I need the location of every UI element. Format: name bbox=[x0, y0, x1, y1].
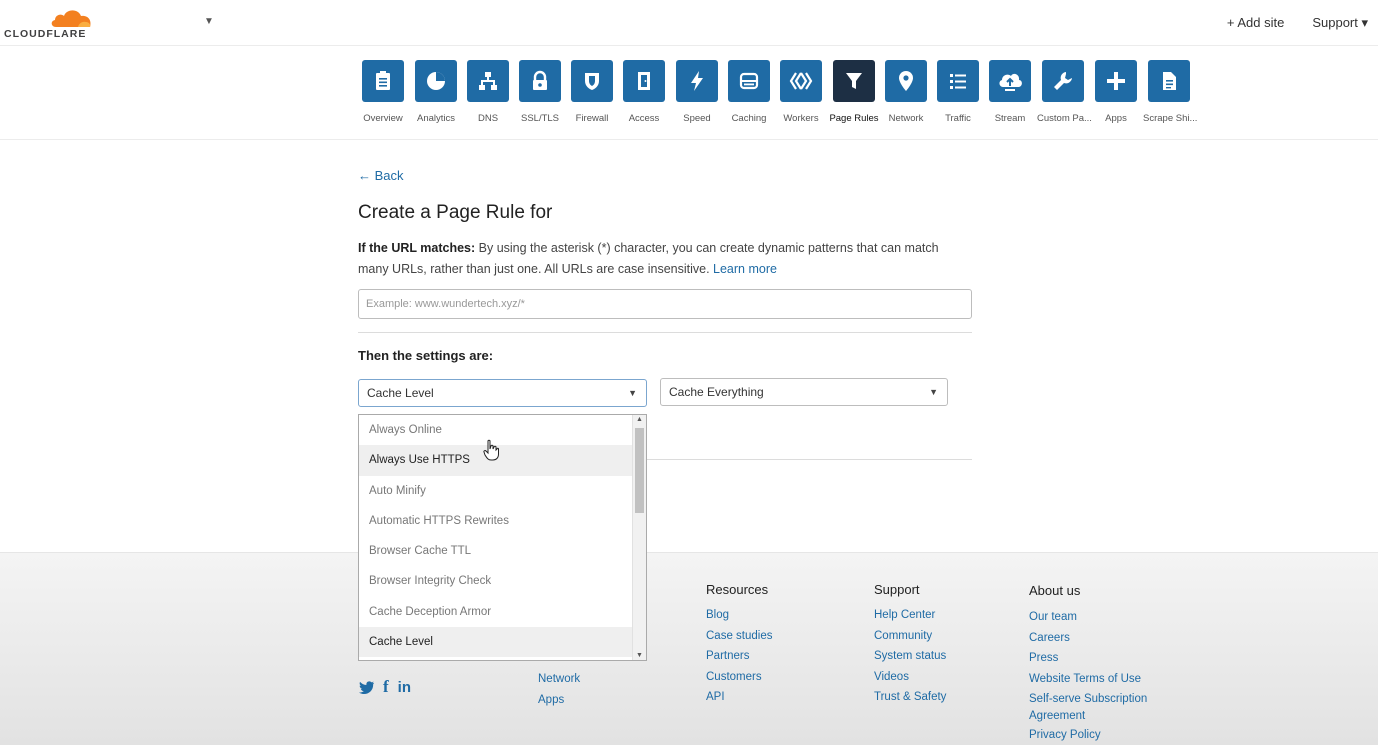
server-icon bbox=[739, 72, 759, 90]
footer-link[interactable]: Trust & Safety bbox=[874, 687, 946, 708]
dropdown-option[interactable]: Automatic HTTPS Rewrites bbox=[359, 506, 633, 536]
logo-wordmark: CLOUDFLARE bbox=[4, 28, 87, 40]
footer-heading: Support bbox=[874, 582, 920, 597]
dropdown-scrollbar[interactable]: ▲ ▼ bbox=[632, 415, 646, 660]
cloudflare-logo[interactable]: CLOUDFLARE bbox=[4, 6, 96, 40]
nav-custom-pages[interactable]: Custom Pa... bbox=[1037, 60, 1092, 124]
add-site-button[interactable]: + Add site bbox=[1227, 15, 1284, 31]
url-pattern-input[interactable] bbox=[358, 289, 972, 319]
linkedin-icon[interactable]: in bbox=[398, 679, 411, 696]
nav-traffic[interactable]: Traffic bbox=[932, 60, 984, 124]
footer-link[interactable]: Network bbox=[538, 669, 580, 690]
settings-label: Then the settings are: bbox=[358, 348, 494, 363]
footer-link[interactable]: Careers bbox=[1029, 628, 1147, 649]
dropdown-option[interactable]: Auto Minify bbox=[359, 476, 633, 506]
footer-link[interactable]: Privacy Policy bbox=[1029, 725, 1147, 745]
account-chevron-down-icon[interactable]: ▼ bbox=[204, 16, 214, 27]
footer-link[interactable]: Blog bbox=[706, 605, 772, 626]
nav-overview[interactable]: Overview bbox=[357, 60, 409, 124]
lightning-icon bbox=[691, 71, 703, 91]
hand-cursor-icon bbox=[483, 439, 499, 461]
footer-link[interactable]: Community bbox=[874, 626, 946, 647]
back-link[interactable]: ← Back bbox=[358, 168, 404, 183]
dropdown-option[interactable]: Cache Deception Armor bbox=[359, 597, 633, 627]
url-matches-label: If the URL matches: bbox=[358, 241, 476, 255]
nav-apps[interactable]: Apps bbox=[1090, 60, 1142, 124]
footer-heading: Resources bbox=[706, 582, 769, 597]
pie-chart-icon bbox=[427, 72, 445, 90]
setting-select-value: Cache Level bbox=[367, 386, 434, 400]
footer-link[interactable]: Self-serve Subscription bbox=[1029, 691, 1147, 708]
nav-stream[interactable]: Stream bbox=[984, 60, 1036, 124]
nav-page-rules[interactable]: Page Rules bbox=[828, 60, 880, 124]
workers-icon bbox=[789, 72, 813, 90]
nav-access[interactable]: Access bbox=[618, 60, 670, 124]
footer-link[interactable]: Website Terms of Use bbox=[1029, 669, 1147, 690]
dropdown-option[interactable]: Browser Cache TTL bbox=[359, 536, 633, 566]
door-icon bbox=[638, 72, 650, 90]
footer-link[interactable]: Customers bbox=[706, 667, 772, 688]
dropdown-option[interactable]: Browser Integrity Check bbox=[359, 566, 633, 596]
social-links: f in bbox=[359, 677, 411, 697]
footer-link[interactable]: Case studies bbox=[706, 626, 772, 647]
nav-scrape-shield[interactable]: Scrape Shi... bbox=[1143, 60, 1197, 124]
nav-ssl-tls[interactable]: SSL/TLS bbox=[514, 60, 566, 124]
cloud-logo-icon bbox=[51, 10, 91, 28]
scroll-up-icon[interactable]: ▲ bbox=[636, 416, 643, 423]
learn-more-link[interactable]: Learn more bbox=[713, 262, 777, 276]
footer-about-column: About us Our team Careers Press Website … bbox=[1029, 582, 1147, 745]
footer bbox=[0, 552, 1378, 745]
nav-workers[interactable]: Workers bbox=[775, 60, 827, 124]
nav-caching[interactable]: Caching bbox=[723, 60, 775, 124]
shield-icon bbox=[585, 73, 599, 90]
footer-link[interactable]: Apps bbox=[538, 690, 580, 711]
url-description: If the URL matches: By using the asteris… bbox=[358, 238, 968, 279]
footer-heading: About us bbox=[1029, 583, 1081, 598]
cloud-upload-icon bbox=[999, 73, 1022, 91]
support-menu[interactable]: Support ▾ bbox=[1312, 15, 1368, 31]
nav-speed[interactable]: Speed bbox=[671, 60, 723, 124]
footer-link[interactable]: Help Center bbox=[874, 605, 946, 626]
footer-resources-column: Resources Blog Case studies Partners Cus… bbox=[706, 582, 772, 708]
footer-link[interactable]: Videos bbox=[874, 667, 946, 688]
list-icon bbox=[950, 74, 966, 89]
scrollbar-thumb[interactable] bbox=[635, 428, 644, 513]
clipboard-icon bbox=[376, 71, 390, 90]
plus-icon bbox=[1107, 72, 1125, 90]
facebook-icon[interactable]: f bbox=[383, 677, 389, 697]
document-icon bbox=[1163, 72, 1176, 90]
footer-link[interactable]: API bbox=[706, 687, 772, 708]
divider bbox=[646, 459, 972, 460]
setting-dropdown-list[interactable]: Always Online Always Use HTTPS Auto Mini… bbox=[358, 414, 647, 661]
app-nav-bar: Overview Analytics DNS SSL/TLS Firewall … bbox=[0, 46, 1378, 140]
setting-select[interactable]: Cache Level ▼ bbox=[358, 379, 647, 407]
scroll-down-icon[interactable]: ▼ bbox=[636, 652, 643, 659]
chevron-down-icon: ▼ bbox=[929, 387, 938, 397]
footer-link[interactable]: Agreement bbox=[1029, 708, 1147, 725]
network-icon bbox=[479, 72, 497, 90]
top-header: CLOUDFLARE ▼ + Add site Support ▾ bbox=[0, 0, 1378, 46]
filter-icon bbox=[846, 73, 862, 89]
nav-firewall[interactable]: Firewall bbox=[566, 60, 618, 124]
footer-link[interactable]: System status bbox=[874, 646, 946, 667]
footer-support-column: Support Help Center Community System sta… bbox=[874, 582, 946, 708]
setting-value-select-value: Cache Everything bbox=[669, 385, 764, 399]
nav-network[interactable]: Network bbox=[880, 60, 932, 124]
location-pin-icon bbox=[899, 71, 913, 91]
lock-icon bbox=[533, 70, 547, 90]
chevron-down-icon: ▼ bbox=[628, 388, 637, 398]
nav-dns[interactable]: DNS bbox=[462, 60, 514, 124]
footer-link[interactable]: Our team bbox=[1029, 607, 1147, 628]
setting-value-select[interactable]: Cache Everything ▼ bbox=[660, 378, 948, 406]
footer-products-column: Network Apps bbox=[538, 669, 580, 710]
wrench-icon bbox=[1054, 72, 1072, 90]
dropdown-option[interactable]: Cache Level bbox=[359, 627, 633, 658]
divider bbox=[358, 332, 972, 333]
footer-link[interactable]: Partners bbox=[706, 646, 772, 667]
nav-analytics[interactable]: Analytics bbox=[410, 60, 462, 124]
twitter-icon[interactable] bbox=[359, 680, 374, 694]
page-title: Create a Page Rule for bbox=[358, 202, 553, 223]
footer-link[interactable]: Press bbox=[1029, 648, 1147, 669]
